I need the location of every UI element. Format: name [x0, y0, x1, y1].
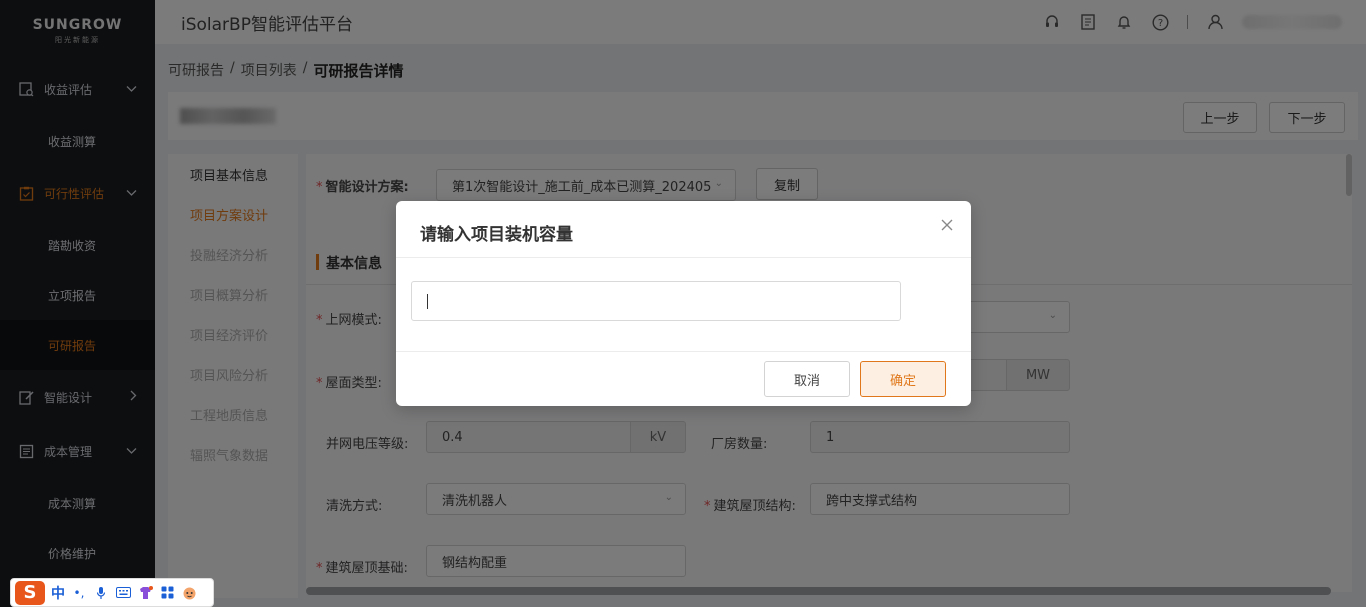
- toolbox-icon[interactable]: [159, 585, 175, 601]
- mascot-icon[interactable]: [181, 585, 197, 601]
- ime-logo[interactable]: S: [15, 580, 45, 605]
- dialog-title: 请输入项目装机容量: [420, 225, 573, 245]
- capacity-input[interactable]: [411, 281, 901, 321]
- capacity-dialog: 请输入项目装机容量 取消 确定: [396, 201, 971, 406]
- skin-icon[interactable]: [137, 585, 153, 601]
- dialog-footer-divider: [396, 351, 971, 352]
- text-caret: [427, 294, 428, 309]
- keyboard-icon[interactable]: [115, 585, 131, 601]
- microphone-icon[interactable]: [93, 585, 109, 601]
- close-icon[interactable]: [941, 216, 953, 235]
- confirm-button[interactable]: 确定: [860, 361, 946, 397]
- cancel-button[interactable]: 取消: [764, 361, 850, 397]
- ime-mode[interactable]: 中: [51, 583, 65, 603]
- ime-toolbar: S 中 •,: [10, 578, 214, 607]
- punctuation-icon[interactable]: •,: [71, 585, 87, 601]
- dialog-divider: [396, 257, 971, 258]
